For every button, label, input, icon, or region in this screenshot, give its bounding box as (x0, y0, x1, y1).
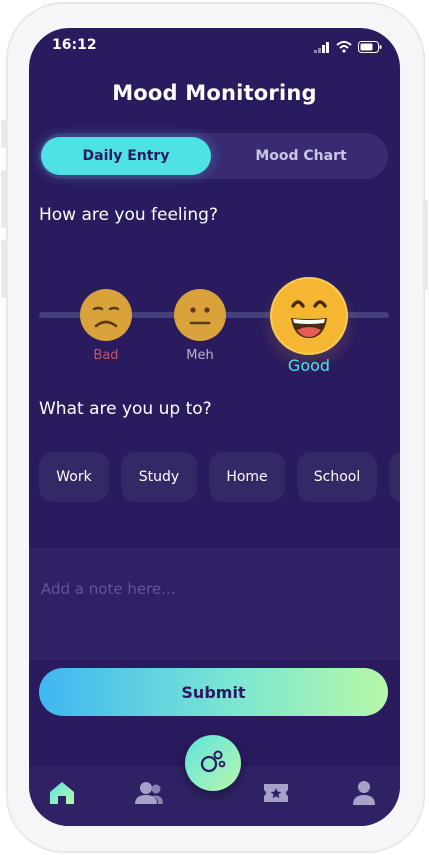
battery-icon (358, 38, 382, 57)
status-time: 16:12 (52, 37, 97, 53)
nav-rewards[interactable] (261, 780, 291, 810)
note-area (29, 548, 400, 660)
chip-study[interactable]: Study (121, 452, 197, 502)
home-icon (49, 781, 75, 809)
chip-work[interactable]: Work (39, 452, 109, 502)
wifi-icon (336, 38, 352, 57)
feeling-question: How are you feeling? (39, 205, 218, 225)
chip-home[interactable]: Home (209, 452, 285, 502)
mood-bad[interactable]: Bad (78, 288, 134, 363)
bubbles-icon (199, 747, 227, 779)
users-icon (135, 781, 163, 809)
mood-meh[interactable]: Meh (172, 288, 228, 363)
status-icons (314, 38, 382, 57)
tab-bar: Daily Entry Mood Chart (39, 133, 388, 179)
chip-school[interactable]: School (297, 452, 377, 502)
note-input[interactable] (39, 576, 383, 602)
nav-home[interactable] (47, 780, 77, 810)
power-button (423, 200, 428, 290)
tab-mood-chart[interactable]: Mood Chart (217, 137, 385, 175)
fab-button[interactable] (185, 735, 241, 791)
activity-question: What are you up to? (39, 399, 212, 419)
activity-chips: Work Study Home School (39, 452, 400, 502)
profile-icon (352, 780, 376, 810)
chip-more[interactable] (389, 452, 400, 502)
tab-daily-entry[interactable]: Daily Entry (41, 137, 211, 175)
app-screen: 16:12 Mood Monitoring Daily Entry Mood C… (29, 28, 400, 826)
mood-good[interactable]: Good (267, 276, 351, 375)
submit-button[interactable]: Submit (39, 668, 388, 716)
ticket-icon (262, 781, 290, 809)
page-title: Mood Monitoring (112, 81, 317, 105)
volume-down-button (1, 240, 6, 298)
status-bar: 16:12 (29, 28, 400, 62)
nav-profile[interactable] (349, 780, 379, 810)
nav-community[interactable] (134, 780, 164, 810)
mute-switch (1, 120, 6, 148)
volume-up-button (1, 170, 6, 228)
signal-icon (314, 38, 330, 57)
neutral-face-icon (173, 289, 227, 346)
mood-meh-label: Meh (186, 348, 214, 363)
mood-bad-label: Bad (93, 348, 119, 363)
sad-face-icon (79, 289, 133, 346)
